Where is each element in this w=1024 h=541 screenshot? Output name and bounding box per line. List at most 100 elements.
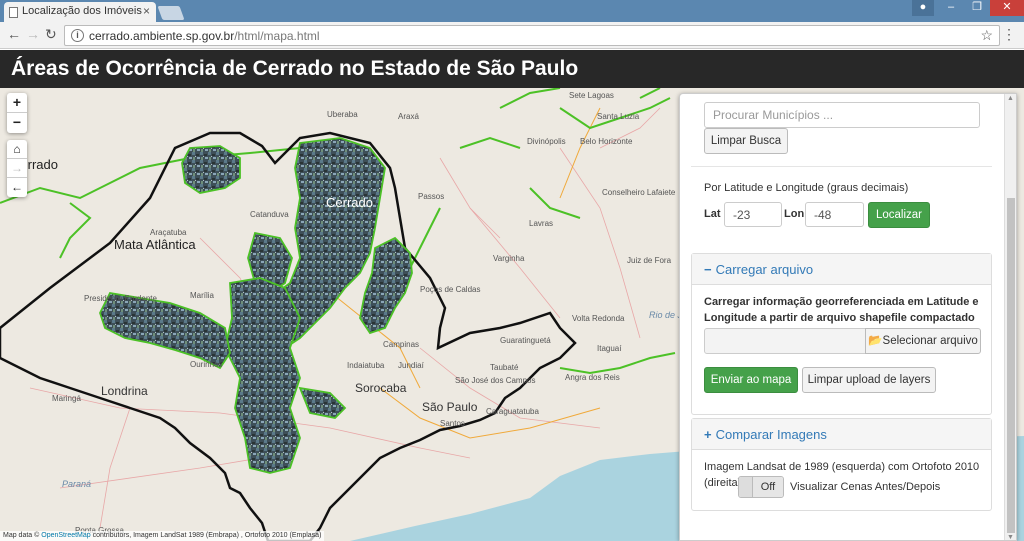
maximize-button[interactable]: ❐ xyxy=(964,0,990,16)
zoom-control: + − xyxy=(7,93,27,133)
new-tab-button[interactable] xyxy=(157,6,185,20)
expand-icon: + xyxy=(704,427,712,442)
panel-scrollbar[interactable]: ▲ ▼ xyxy=(1004,94,1016,540)
map-label-parana: Paraná xyxy=(62,479,92,489)
locate-button[interactable]: Localizar xyxy=(868,202,930,228)
map-label-guaratingueta: Guaratinguetá xyxy=(500,336,551,345)
map-label-londrina: Londrina xyxy=(101,384,148,398)
toggle-state: Off xyxy=(753,477,783,497)
map-label-presidente-prudente: Presidente Prudente xyxy=(84,294,157,303)
forward-extent-icon[interactable]: → xyxy=(7,159,27,178)
back-extent-icon[interactable]: ← xyxy=(7,178,27,197)
map-label-caraguatatuba: Caraguatatuba xyxy=(486,407,539,416)
region-label-cerrado: Cerrado xyxy=(326,195,373,210)
upload-section: − Carregar arquivo Carregar informação ge… xyxy=(691,253,992,415)
address-bar[interactable]: i cerrado.ambiente.sp.gov.br/html/mapa.h… xyxy=(64,25,1000,46)
map-label-santa-luzia: Santa Luzia xyxy=(597,112,640,121)
back-button[interactable]: ← xyxy=(7,26,21,42)
tab-close-icon[interactable]: × xyxy=(143,4,150,18)
map-label-marilia: Marília xyxy=(190,291,215,300)
zoom-in-button[interactable]: + xyxy=(7,93,27,113)
scroll-up-icon[interactable]: ▲ xyxy=(1007,95,1014,102)
map-label-juiz-de-fora: Juiz de Fora xyxy=(627,256,672,265)
panel-divider xyxy=(691,166,992,167)
scroll-thumb[interactable] xyxy=(1007,198,1015,533)
page-icon xyxy=(9,7,18,18)
map-label-angra: Angra dos Reis xyxy=(565,373,620,382)
browser-toolbar: ← → ↻ i cerrado.ambiente.sp.gov.br/html/… xyxy=(0,22,1024,49)
zoom-out-button[interactable]: − xyxy=(7,113,27,133)
map-label-maringa: Maringá xyxy=(52,394,81,403)
history-control: ⌂ → ← xyxy=(7,140,27,197)
clear-search-button[interactable]: Limpar Busca xyxy=(704,128,788,154)
map-attribution: Map data © OpenStreetMap contributors, I… xyxy=(0,531,325,541)
map-label-itaguai: Itaguaí xyxy=(597,344,622,353)
file-path-field[interactable] xyxy=(704,328,866,354)
map-label-araxa: Araxá xyxy=(398,112,419,121)
upload-section-title: Carregar arquivo xyxy=(715,262,814,277)
attribution-text: contributors, Imagem LandSat 1989 (Embra… xyxy=(92,532,322,539)
map-label-taubate: Taubaté xyxy=(490,363,519,372)
user-icon[interactable]: ● xyxy=(912,0,934,16)
map-label-uberaba: Uberaba xyxy=(327,110,358,119)
folder-icon: 📂 xyxy=(868,335,883,347)
map-label-campinas: Campinas xyxy=(383,340,420,349)
map-label-varginha: Varginha xyxy=(493,254,525,263)
map-label-lavras: Lavras xyxy=(529,219,554,228)
send-to-map-button[interactable]: Enviar ao mapa xyxy=(704,367,798,393)
select-file-button[interactable]: 📂Selecionar arquivo xyxy=(865,328,981,354)
map-label-aracatuba: Araçatuba xyxy=(150,228,187,237)
osm-link[interactable]: OpenStreetMap xyxy=(41,532,90,539)
region-label-mata-atlantica: Mata Atlântica xyxy=(114,237,196,252)
scroll-down-icon[interactable]: ▼ xyxy=(1007,534,1014,540)
bookmark-star-icon[interactable]: ☆ xyxy=(980,27,993,44)
attribution-prefix: Map data © xyxy=(3,532,40,539)
latlon-title: Por Latitude e Longitude (graus decimais… xyxy=(704,182,909,194)
lon-label: Lon xyxy=(784,208,805,220)
forward-button[interactable]: → xyxy=(26,26,40,42)
upload-section-header[interactable]: − Carregar arquivo xyxy=(692,254,991,285)
browser-menu-icon[interactable]: ⋮ xyxy=(1002,26,1016,43)
close-window-button[interactable]: ✕ xyxy=(990,0,1024,16)
info-icon[interactable]: i xyxy=(71,29,84,42)
map-label-sao-paulo: São Paulo xyxy=(422,400,478,414)
map-label-sorocaba: Sorocaba xyxy=(355,381,407,395)
collapse-icon: − xyxy=(704,262,712,277)
select-file-label: Selecionar arquivo xyxy=(882,335,978,347)
cerrado-satellite-patches xyxy=(99,137,413,474)
url-path: /html/mapa.html xyxy=(234,29,320,43)
page-title: Áreas de Ocorrência de Cerrado no Estado… xyxy=(0,50,1024,88)
toggle-knob xyxy=(739,477,753,497)
control-panel: Procurar Municípios ... Limpar Busca Por… xyxy=(679,93,1017,541)
browser-tab[interactable]: Localização dos Imóveis × xyxy=(4,2,156,22)
clear-layers-button[interactable]: Limpar upload de layers xyxy=(802,367,936,393)
url-host: cerrado.ambiente.sp.gov.br xyxy=(89,29,235,43)
compare-section: + Comparar Imagens Imagem Landsat de 1989… xyxy=(691,418,992,511)
before-after-toggle[interactable]: Off xyxy=(738,476,784,498)
compare-section-header[interactable]: + Comparar Imagens xyxy=(692,419,991,450)
map-label-santos: Santos xyxy=(440,419,465,428)
compare-section-title: Comparar Imagens xyxy=(715,427,827,442)
map-label-sao-jose-dos-campos: São José dos Campos xyxy=(455,376,536,385)
longitude-input[interactable]: -48 xyxy=(805,202,864,227)
map-label-catanduva: Catanduva xyxy=(250,210,289,219)
map-label-ourinhos: Ourinhos xyxy=(190,360,223,369)
map-label-divinopolis: Divinópolis xyxy=(527,137,566,146)
map-label-indaiatuba: Indaiatuba xyxy=(347,361,385,370)
latitude-input[interactable]: -23 xyxy=(724,202,782,227)
map-label-pocos-de-caldas: Poços de Caldas xyxy=(420,285,481,294)
map-label-rio-de-janeiro: Rio de J xyxy=(649,310,683,320)
browser-tab-bar: Localização dos Imóveis × ● – ❐ ✕ xyxy=(0,0,1024,22)
toggle-caption: Visualizar Cenas Antes/Depois xyxy=(790,481,941,493)
window-controls: ● – ❐ ✕ xyxy=(912,0,1024,16)
map-label-passos: Passos xyxy=(418,192,445,201)
municipality-search-input[interactable]: Procurar Municípios ... xyxy=(704,102,980,128)
map-label-jundiai: Jundiaí xyxy=(398,361,424,370)
tab-title: Localização dos Imóveis xyxy=(22,5,142,17)
reload-button[interactable]: ↻ xyxy=(45,26,57,43)
map-label-volta-redonda: Volta Redonda xyxy=(572,314,625,323)
home-icon[interactable]: ⌂ xyxy=(7,140,27,159)
map-label-belo-horizonte: Belo Horizonte xyxy=(580,137,633,146)
lat-label: Lat xyxy=(704,208,721,220)
minimize-button[interactable]: – xyxy=(938,0,964,16)
